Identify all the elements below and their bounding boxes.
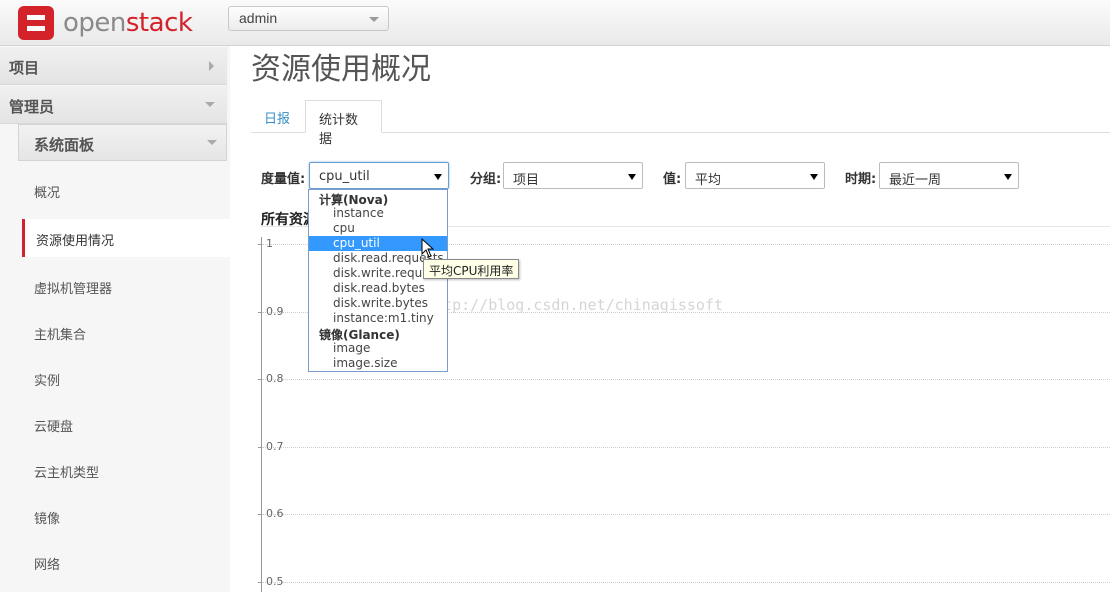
- option-cpu[interactable]: cpu: [309, 221, 447, 236]
- sidebar-item-images[interactable]: 镜像: [22, 497, 230, 535]
- tab-statistics[interactable]: 统计数据: [305, 100, 382, 147]
- option-instance-m1-tiny[interactable]: instance:m1.tiny: [309, 311, 447, 326]
- group-select[interactable]: 项目: [503, 162, 643, 189]
- sidebar-item-host-aggregates[interactable]: 主机集合: [22, 313, 230, 351]
- period-label: 时期:: [845, 172, 877, 187]
- chevron-down-icon: [369, 17, 379, 22]
- chart-y-tick: [258, 514, 262, 516]
- sidebar-item-hypervisors[interactable]: 虚拟机管理器: [22, 267, 230, 305]
- chart-y-tick-label: 1: [266, 237, 273, 250]
- metric-label: 度量值:: [261, 172, 306, 187]
- chart-y-tick-label: 0.9: [266, 304, 284, 318]
- project-selector-value: admin: [239, 10, 278, 26]
- sidebar-item-resource-usage[interactable]: 资源使用情况: [22, 219, 230, 257]
- period-select[interactable]: 最近一周: [879, 162, 1019, 189]
- watermark: http://blog.csdn.net/chinagissoft: [425, 296, 724, 314]
- chevron-down-icon: [207, 140, 217, 145]
- page-title: 资源使用概况: [251, 52, 431, 87]
- chart-y-tick: [258, 582, 262, 583]
- mouse-cursor-icon: [421, 238, 435, 258]
- option-image[interactable]: image: [309, 341, 447, 356]
- chart-y-tick: [258, 244, 262, 245]
- chart-y-tick: [258, 311, 262, 313]
- sidebar-item-networks[interactable]: 网络: [22, 543, 230, 581]
- sidebar-section-project[interactable]: 项目: [0, 47, 227, 85]
- value-select[interactable]: 平均: [685, 162, 825, 189]
- chart-y-tick: [258, 379, 262, 381]
- option-tooltip: 平均CPU利用率: [423, 259, 520, 279]
- metric-dropdown-list[interactable]: 计算(Nova) instance cpu cpu_util disk.read…: [308, 189, 448, 372]
- dropdown-arrow-icon: [810, 174, 818, 180]
- chart-y-tick-label: 0.8: [266, 372, 284, 386]
- dropdown-arrow-icon: [1004, 174, 1012, 180]
- chevron-down-icon: [205, 102, 215, 107]
- logo-wordmark: openstack: [63, 8, 193, 38]
- sidebar-item-overview[interactable]: 概况: [22, 171, 230, 209]
- group-label: 分组:: [470, 172, 502, 187]
- openstack-logo[interactable]: openstack: [18, 5, 193, 41]
- option-disk-write-bytes[interactable]: disk.write.bytes: [309, 296, 447, 311]
- value-label: 值:: [663, 172, 682, 187]
- chart-gridline: [262, 582, 1110, 583]
- dropdown-arrow-icon: [628, 174, 636, 180]
- project-selector[interactable]: admin: [228, 6, 389, 31]
- option-image-size[interactable]: image.size: [309, 356, 447, 371]
- top-bar: openstack admin: [0, 0, 1110, 46]
- dropdown-arrow-icon: [434, 174, 442, 180]
- chart-gridline: [262, 379, 1110, 381]
- sidebar-item-instances[interactable]: 实例: [22, 359, 230, 397]
- chart-gridline: [262, 446, 1110, 448]
- option-instance[interactable]: instance: [309, 206, 447, 221]
- sidebar-subsection-system-panel[interactable]: 系统面板: [18, 124, 227, 161]
- option-disk-read-bytes[interactable]: disk.read.bytes: [309, 281, 447, 296]
- chart-gridline: [262, 514, 1110, 516]
- sidebar-item-flavors[interactable]: 云主机类型: [22, 451, 230, 489]
- chevron-right-icon: [209, 61, 214, 71]
- chart-y-tick: [258, 446, 262, 448]
- chart-y-tick-label: 0.5: [266, 575, 284, 588]
- sidebar-section-admin[interactable]: 管理员: [0, 86, 227, 124]
- openstack-logo-icon: [18, 6, 54, 40]
- tab-daily-report[interactable]: 日报: [251, 100, 303, 133]
- sidebar-item-volumes[interactable]: 云硬盘: [22, 405, 230, 443]
- chart-y-tick-label: 0.7: [266, 439, 284, 453]
- chart-y-tick-label: 0.6: [266, 507, 284, 521]
- chart-y-axis: [261, 237, 262, 592]
- metric-select[interactable]: cpu_util: [309, 162, 449, 189]
